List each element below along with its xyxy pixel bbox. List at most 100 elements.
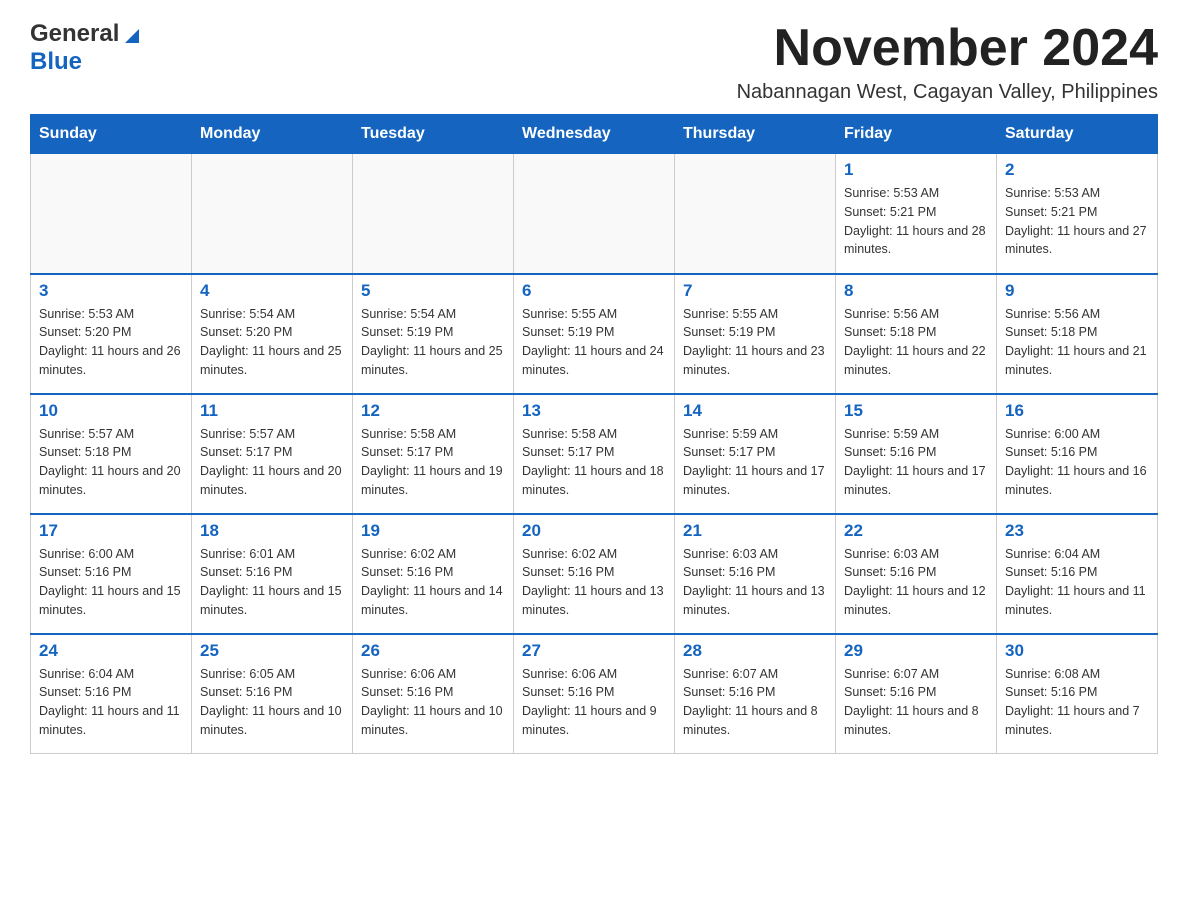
calendar-cell: 22 Sunrise: 6:03 AM Sunset: 5:16 PM Dayli… [836, 514, 997, 634]
day-number: 8 [844, 281, 988, 301]
day-number: 18 [200, 521, 344, 541]
day-info: Sunrise: 6:06 AM Sunset: 5:16 PM Dayligh… [361, 665, 505, 740]
day-number: 17 [39, 521, 183, 541]
day-number: 13 [522, 401, 666, 421]
calendar-cell [192, 154, 353, 274]
calendar-cell [514, 154, 675, 274]
day-number: 10 [39, 401, 183, 421]
day-info: Sunrise: 6:07 AM Sunset: 5:16 PM Dayligh… [844, 665, 988, 740]
day-info: Sunrise: 6:03 AM Sunset: 5:16 PM Dayligh… [683, 545, 827, 620]
day-info: Sunrise: 5:55 AM Sunset: 5:19 PM Dayligh… [683, 305, 827, 380]
calendar-cell [675, 154, 836, 274]
header-tuesday: Tuesday [353, 115, 514, 154]
calendar-cell: 9 Sunrise: 5:56 AM Sunset: 5:18 PM Daylig… [997, 274, 1158, 394]
calendar-cell [353, 154, 514, 274]
calendar-week-row: 17 Sunrise: 6:00 AM Sunset: 5:16 PM Dayli… [31, 514, 1158, 634]
logo-blue: Blue [30, 48, 82, 76]
month-title: November 2024 [737, 20, 1158, 77]
calendar-cell [31, 154, 192, 274]
calendar-cell: 21 Sunrise: 6:03 AM Sunset: 5:16 PM Dayli… [675, 514, 836, 634]
logo: General Blue [30, 20, 139, 76]
day-info: Sunrise: 6:00 AM Sunset: 5:16 PM Dayligh… [39, 545, 183, 620]
header-friday: Friday [836, 115, 997, 154]
calendar-cell: 16 Sunrise: 6:00 AM Sunset: 5:16 PM Dayli… [997, 394, 1158, 514]
calendar-cell: 6Sunrise: 5:55 AM Sunset: 5:19 PM Daylig… [514, 274, 675, 394]
header-monday: Monday [192, 115, 353, 154]
calendar-cell: 4 Sunrise: 5:54 AM Sunset: 5:20 PM Daylig… [192, 274, 353, 394]
subtitle: Nabannagan West, Cagayan Valley, Philipp… [737, 81, 1158, 104]
day-number: 27 [522, 641, 666, 661]
day-number: 26 [361, 641, 505, 661]
day-info: Sunrise: 5:53 AM Sunset: 5:20 PM Dayligh… [39, 305, 183, 380]
calendar-cell: 5 Sunrise: 5:54 AM Sunset: 5:19 PM Daylig… [353, 274, 514, 394]
day-info: Sunrise: 6:02 AM Sunset: 5:16 PM Dayligh… [361, 545, 505, 620]
calendar-cell: 28Sunrise: 6:07 AM Sunset: 5:16 PM Dayli… [675, 634, 836, 754]
calendar-cell: 10Sunrise: 5:57 AM Sunset: 5:18 PM Dayli… [31, 394, 192, 514]
day-info: Sunrise: 5:58 AM Sunset: 5:17 PM Dayligh… [361, 425, 505, 500]
day-number: 15 [844, 401, 988, 421]
day-info: Sunrise: 6:01 AM Sunset: 5:16 PM Dayligh… [200, 545, 344, 620]
day-info: Sunrise: 5:58 AM Sunset: 5:17 PM Dayligh… [522, 425, 666, 500]
header-wednesday: Wednesday [514, 115, 675, 154]
day-info: Sunrise: 6:00 AM Sunset: 5:16 PM Dayligh… [1005, 425, 1149, 500]
day-info: Sunrise: 5:54 AM Sunset: 5:20 PM Dayligh… [200, 305, 344, 380]
header-sunday: Sunday [31, 115, 192, 154]
day-number: 29 [844, 641, 988, 661]
calendar-cell: 15 Sunrise: 5:59 AM Sunset: 5:16 PM Dayli… [836, 394, 997, 514]
header-thursday: Thursday [675, 115, 836, 154]
calendar-week-row: 24 Sunrise: 6:04 AM Sunset: 5:16 PM Dayli… [31, 634, 1158, 754]
calendar-cell: 11 Sunrise: 5:57 AM Sunset: 5:17 PM Dayli… [192, 394, 353, 514]
day-info: Sunrise: 5:56 AM Sunset: 5:18 PM Dayligh… [1005, 305, 1149, 380]
calendar: SundayMondayTuesdayWednesdayThursdayFrid… [30, 114, 1158, 754]
day-number: 14 [683, 401, 827, 421]
calendar-cell: 14Sunrise: 5:59 AM Sunset: 5:17 PM Dayli… [675, 394, 836, 514]
calendar-cell: 25 Sunrise: 6:05 AM Sunset: 5:16 PM Dayli… [192, 634, 353, 754]
calendar-cell: 1Sunrise: 5:53 AM Sunset: 5:21 PM Daylig… [836, 154, 997, 274]
calendar-cell: 29 Sunrise: 6:07 AM Sunset: 5:16 PM Dayli… [836, 634, 997, 754]
day-number: 28 [683, 641, 827, 661]
calendar-cell: 13 Sunrise: 5:58 AM Sunset: 5:17 PM Dayli… [514, 394, 675, 514]
calendar-cell: 12 Sunrise: 5:58 AM Sunset: 5:17 PM Dayli… [353, 394, 514, 514]
calendar-cell: 19 Sunrise: 6:02 AM Sunset: 5:16 PM Dayli… [353, 514, 514, 634]
day-number: 5 [361, 281, 505, 301]
calendar-cell: 20 Sunrise: 6:02 AM Sunset: 5:16 PM Dayli… [514, 514, 675, 634]
day-number: 11 [200, 401, 344, 421]
calendar-cell: 2 Sunrise: 5:53 AM Sunset: 5:21 PM Daylig… [997, 154, 1158, 274]
day-info: Sunrise: 6:02 AM Sunset: 5:16 PM Dayligh… [522, 545, 666, 620]
header-saturday: Saturday [997, 115, 1158, 154]
day-number: 22 [844, 521, 988, 541]
calendar-week-row: 3Sunrise: 5:53 AM Sunset: 5:20 PM Daylig… [31, 274, 1158, 394]
calendar-cell: 8Sunrise: 5:56 AM Sunset: 5:18 PM Daylig… [836, 274, 997, 394]
day-number: 4 [200, 281, 344, 301]
calendar-cell: 23Sunrise: 6:04 AM Sunset: 5:16 PM Dayli… [997, 514, 1158, 634]
day-number: 16 [1005, 401, 1149, 421]
calendar-cell: 3Sunrise: 5:53 AM Sunset: 5:20 PM Daylig… [31, 274, 192, 394]
day-info: Sunrise: 6:04 AM Sunset: 5:16 PM Dayligh… [39, 665, 183, 740]
day-info: Sunrise: 5:54 AM Sunset: 5:19 PM Dayligh… [361, 305, 505, 380]
logo-triangle-icon [121, 25, 139, 43]
day-number: 24 [39, 641, 183, 661]
calendar-cell: 27Sunrise: 6:06 AM Sunset: 5:16 PM Dayli… [514, 634, 675, 754]
day-info: Sunrise: 5:59 AM Sunset: 5:16 PM Dayligh… [844, 425, 988, 500]
day-number: 9 [1005, 281, 1149, 301]
calendar-week-row: 10Sunrise: 5:57 AM Sunset: 5:18 PM Dayli… [31, 394, 1158, 514]
calendar-week-row: 1 Sunrise: 5:53 AM Sunset: 5:21 PM Daylig… [31, 154, 1158, 274]
day-number: 12 [361, 401, 505, 421]
day-number: 23 [1005, 521, 1149, 541]
day-number: 19 [361, 521, 505, 541]
day-number: 25 [200, 641, 344, 661]
day-info: Sunrise: 6:03 AM Sunset: 5:16 PM Dayligh… [844, 545, 988, 620]
day-number: 21 [683, 521, 827, 541]
calendar-cell: 30Sunrise: 6:08 AM Sunset: 5:16 PM Dayli… [997, 634, 1158, 754]
day-info: Sunrise: 5:57 AM Sunset: 5:17 PM Dayligh… [200, 425, 344, 500]
day-number: 20 [522, 521, 666, 541]
day-number: 2 [1005, 160, 1149, 180]
calendar-cell: 24 Sunrise: 6:04 AM Sunset: 5:16 PM Dayli… [31, 634, 192, 754]
calendar-header-row: SundayMondayTuesdayWednesdayThursdayFrid… [31, 115, 1158, 154]
day-number: 1 [844, 160, 988, 180]
day-info: Sunrise: 6:05 AM Sunset: 5:16 PM Dayligh… [200, 665, 344, 740]
day-number: 30 [1005, 641, 1149, 661]
header: General Blue November 2024 Nabannagan We… [30, 20, 1158, 104]
title-area: November 2024 Nabannagan West, Cagayan V… [737, 20, 1158, 104]
day-info: Sunrise: 5:53 AM Sunset: 5:21 PM Dayligh… [1005, 184, 1149, 259]
